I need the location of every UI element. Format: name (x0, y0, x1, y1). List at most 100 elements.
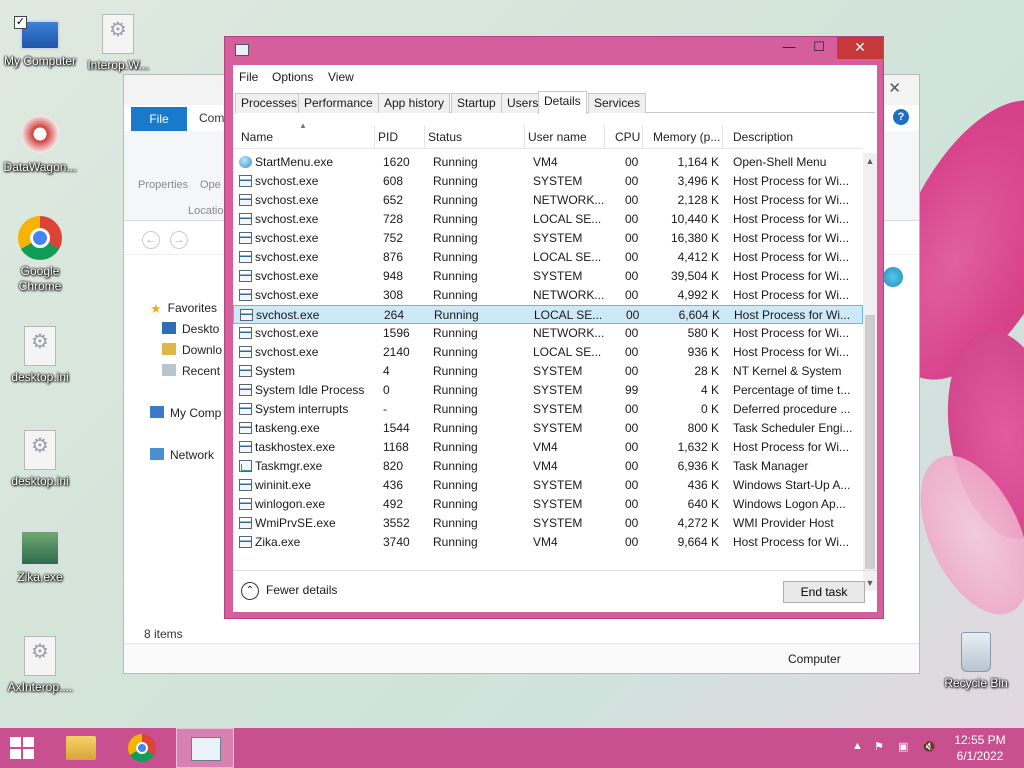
show-hidden-icons-icon[interactable]: ▲ (852, 740, 863, 752)
table-row[interactable]: svchost.exe 728 Running LOCAL SE... 00 10,440… (233, 210, 863, 229)
table-row[interactable]: wininit.exe 436 Running SYSTEM 00 436 K Window… (233, 476, 863, 495)
column-status[interactable]: Status (425, 125, 525, 149)
close-button[interactable]: ✕ (837, 37, 883, 59)
scroll-thumb[interactable] (865, 315, 875, 569)
minimize-button[interactable]: — (775, 37, 803, 59)
table-row[interactable]: taskeng.exe 1544 Running SYSTEM 00 800 K Task … (233, 419, 863, 438)
open-button[interactable]: Ope (200, 179, 221, 191)
fewer-details-link[interactable]: ⌃ Fewer details (241, 582, 337, 600)
desktop-icon-desktop-ini-2[interactable]: desktop.ini (0, 430, 80, 489)
table-row[interactable]: WmiPrvSE.exe 3552 Running SYSTEM 00 4,272 K WM… (233, 514, 863, 533)
table-row[interactable]: svchost.exe 2140 Running LOCAL SE... 00 936 K… (233, 343, 863, 362)
desktop-icon-zika[interactable]: Zika.exe (0, 530, 80, 585)
forward-icon[interactable]: → (170, 231, 188, 249)
back-icon[interactable]: ← (142, 231, 160, 249)
column-cpu[interactable]: CPU (605, 125, 643, 149)
table-row[interactable]: taskhostex.exe 1168 Running VM4 00 1,632 K Hos… (233, 438, 863, 457)
menu-file[interactable]: File (239, 70, 258, 84)
help-icon[interactable]: ? (893, 109, 909, 125)
action-center-flag-icon[interactable]: ⚑ (874, 740, 884, 753)
cell-user: SYSTEM (533, 269, 583, 283)
cell-user: SYSTEM (533, 421, 583, 435)
datawagon-icon (18, 112, 62, 156)
cell-user: SYSTEM (533, 383, 583, 397)
tab-app-history[interactable]: App history (378, 93, 451, 113)
tab-performance[interactable]: Performance (298, 93, 379, 113)
table-row[interactable]: svchost.exe 1596 Running NETWORK... 00 580 KH… (233, 324, 863, 343)
tab-processes[interactable]: Processes (235, 93, 304, 113)
cell-mem: 436 K (687, 478, 719, 492)
properties-button[interactable]: Properties (138, 179, 188, 191)
tree-desktop[interactable]: Deskto (162, 322, 219, 336)
table-row[interactable]: svchost.exe 608 Running SYSTEM 00 3,496 K Host… (233, 172, 863, 191)
tree-favorites[interactable]: ★ Favorites (150, 301, 217, 316)
desktop-icon-recycle-bin[interactable]: Recycle Bin (936, 632, 1016, 691)
desktop-icon-label: My Computer (3, 54, 77, 68)
table-row[interactable]: svchost.exe 948 Running SYSTEM 00 39,504 K Hos… (233, 267, 863, 286)
cell-status: Running (433, 478, 478, 492)
desktop-icon-interop[interactable]: Interop.W... (78, 14, 158, 73)
taskbar-file-explorer[interactable] (52, 728, 110, 768)
column-memory[interactable]: Memory (p... (643, 125, 723, 149)
start-button[interactable] (10, 737, 34, 759)
cell-name: svchost.exe (255, 288, 319, 302)
table-row[interactable]: System Idle Process 0 Running SYSTEM 99 4 K Pe… (233, 381, 863, 400)
tab-startup[interactable]: Startup (451, 93, 502, 113)
desktop-icon-datawagon[interactable]: DataWagon... (0, 112, 80, 175)
file-tab[interactable]: File (131, 107, 187, 131)
cell-status: Running (433, 269, 478, 283)
cell-pid: 752 (383, 231, 404, 245)
end-task-button[interactable]: End task (783, 581, 865, 603)
network-status-icon[interactable]: ▣ (898, 740, 908, 753)
tab-services[interactable]: Services (588, 93, 647, 113)
cell-name: wininit.exe (255, 478, 312, 492)
tab-details[interactable]: Details (538, 91, 587, 114)
volume-muted-icon[interactable]: 🔇 (922, 740, 936, 753)
clock-time: 12:55 PM (954, 733, 1006, 747)
taskbar-chrome[interactable] (114, 728, 172, 768)
tree-recent[interactable]: Recent p (162, 364, 230, 378)
cell-desc: Host Process for Wi... (733, 212, 850, 226)
close-icon[interactable]: ✕ (888, 79, 901, 97)
taskbar-task-manager[interactable] (176, 728, 234, 768)
table-row[interactable]: System 4 Running SYSTEM 00 28 K NT Kernel & Sy… (233, 362, 863, 381)
table-row[interactable]: System interrupts - Running SYSTEM 00 0 K Defe… (233, 400, 863, 419)
maximize-button[interactable]: ☐ (805, 37, 833, 59)
table-row[interactable]: svchost.exe 652 Running NETWORK... 00 2,128 K… (233, 191, 863, 210)
table-row[interactable]: svchost.exe 752 Running SYSTEM 00 16,380 K Hos… (233, 229, 863, 248)
tree-downloads[interactable]: Downlo (162, 343, 222, 357)
cell-pid: 652 (383, 193, 404, 207)
task-manager-titlebar[interactable]: — ☐ ✕ (225, 37, 883, 63)
computer-tab[interactable]: Com (199, 111, 224, 125)
vertical-scrollbar[interactable]: ▲ ▼ (863, 153, 877, 591)
desktop-icon-desktop-ini[interactable]: desktop.ini (0, 326, 80, 385)
cell-desc: Host Process for Wi... (733, 288, 850, 302)
column-description[interactable]: Description (723, 125, 863, 149)
table-row[interactable]: svchost.exe 876 Running LOCAL SE... 00 4,412 … (233, 248, 863, 267)
table-row[interactable]: svchost.exe 264 Running LOCAL SE... 00 6,604 … (233, 305, 863, 324)
task-manager-window[interactable]: — ☐ ✕ File Options View Processes Perfor… (224, 36, 884, 619)
column-name[interactable]: Name (233, 125, 375, 149)
table-row[interactable]: StartMenu.exe 1620 Running VM4 00 1,164 K Open… (233, 153, 863, 172)
table-row[interactable]: svchost.exe 308 Running NETWORK... 00 4,992 K… (233, 286, 863, 305)
desktop-icon-chrome[interactable]: Google Chrome (0, 216, 80, 294)
cell-user: VM4 (533, 535, 558, 549)
desktop-icon-axinterop[interactable]: AxInterop.... (0, 636, 80, 695)
table-row[interactable]: Zika.exe 3740 Running VM4 00 9,664 K Host Proc… (233, 533, 863, 552)
cell-status: Running (433, 497, 478, 511)
menu-options[interactable]: Options (272, 70, 313, 84)
cell-mem: 640 K (687, 497, 719, 511)
windows-logo-icon (23, 737, 34, 747)
menu-view[interactable]: View (328, 70, 354, 84)
process-window-icon (239, 479, 252, 491)
tree-network[interactable]: Network (150, 448, 214, 462)
recycle-bin-icon (961, 632, 991, 672)
column-pid[interactable]: PID (375, 125, 425, 149)
table-row[interactable]: Taskmgr.exe 820 Running VM4 00 6,936 K Task Ma… (233, 457, 863, 476)
system-clock[interactable]: 12:55 PM 6/1/2022 (950, 732, 1010, 764)
tree-my-computer[interactable]: My Comp (150, 406, 221, 420)
column-user-name[interactable]: User name (525, 125, 605, 149)
table-row[interactable]: winlogon.exe 492 Running SYSTEM 00 640 K Windo… (233, 495, 863, 514)
scroll-up-icon[interactable]: ▲ (863, 153, 877, 169)
desktop-icon-my-computer[interactable]: ✓ My Computer (0, 10, 80, 69)
